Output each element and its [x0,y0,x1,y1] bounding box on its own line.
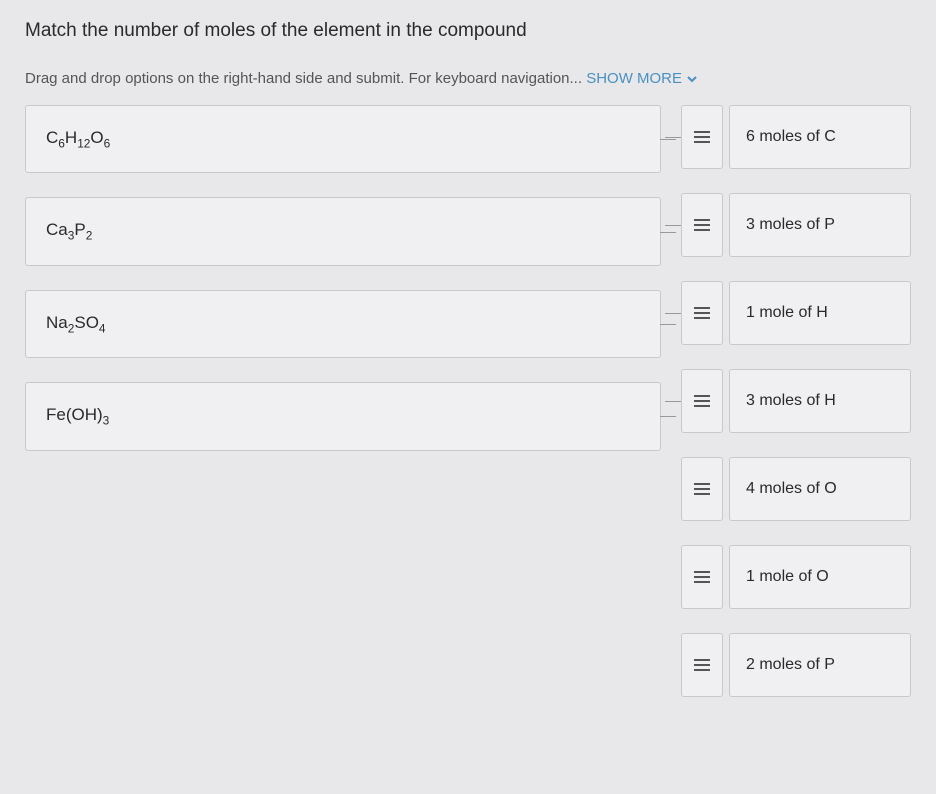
answers-column: 6 moles of C 3 moles of P 1 mole of H 3 mol… [681,105,911,697]
connector-line [660,139,676,140]
question-title: Match the number of moles of the element… [25,20,911,42]
prompt-box[interactable]: Ca3P2 [25,197,661,265]
connector-line [665,313,681,314]
drag-handle-icon[interactable] [681,105,723,169]
drag-handle-icon[interactable] [681,457,723,521]
drag-handle-icon[interactable] [681,281,723,345]
connector-line [665,137,681,138]
show-more-link[interactable]: SHOW MORE [586,70,698,87]
drag-handle-icon[interactable] [681,545,723,609]
connector-line [665,401,681,402]
answer-row[interactable]: 6 moles of C [681,105,911,169]
instructions-prefix: Drag and drop options on the right-hand … [25,70,586,87]
drag-handle-icon[interactable] [681,193,723,257]
drag-handle-icon[interactable] [681,369,723,433]
answer-row[interactable]: 1 mole of H [681,281,911,345]
answer-row[interactable]: 2 moles of P [681,633,911,697]
answer-label: 4 moles of O [729,457,911,521]
chevron-down-icon [686,73,698,85]
instructions-text: Drag and drop options on the right-hand … [25,70,911,87]
answer-label: 3 moles of P [729,193,911,257]
prompt-box[interactable]: Na2SO4 [25,290,661,358]
answer-label: 1 mole of O [729,545,911,609]
prompt-box[interactable]: C6H12O6 [25,105,661,173]
prompts-column: C6H12O6 Ca3P2 Na2SO4 Fe(OH)3 [25,105,661,697]
answer-row[interactable]: 3 moles of P [681,193,911,257]
show-more-label: SHOW MORE [586,70,682,87]
connector-line [660,324,676,325]
answer-label: 2 moles of P [729,633,911,697]
answer-row[interactable]: 3 moles of H [681,369,911,433]
match-container: C6H12O6 Ca3P2 Na2SO4 Fe(OH)3 6 moles of C 3 … [25,105,911,697]
connector-line [665,225,681,226]
answer-label: 3 moles of H [729,369,911,433]
answer-label: 1 mole of H [729,281,911,345]
drag-handle-icon[interactable] [681,633,723,697]
prompt-box[interactable]: Fe(OH)3 [25,382,661,450]
connector-line [660,416,676,417]
connector-line [660,232,676,233]
answer-row[interactable]: 4 moles of O [681,457,911,521]
answer-row[interactable]: 1 mole of O [681,545,911,609]
answer-label: 6 moles of C [729,105,911,169]
